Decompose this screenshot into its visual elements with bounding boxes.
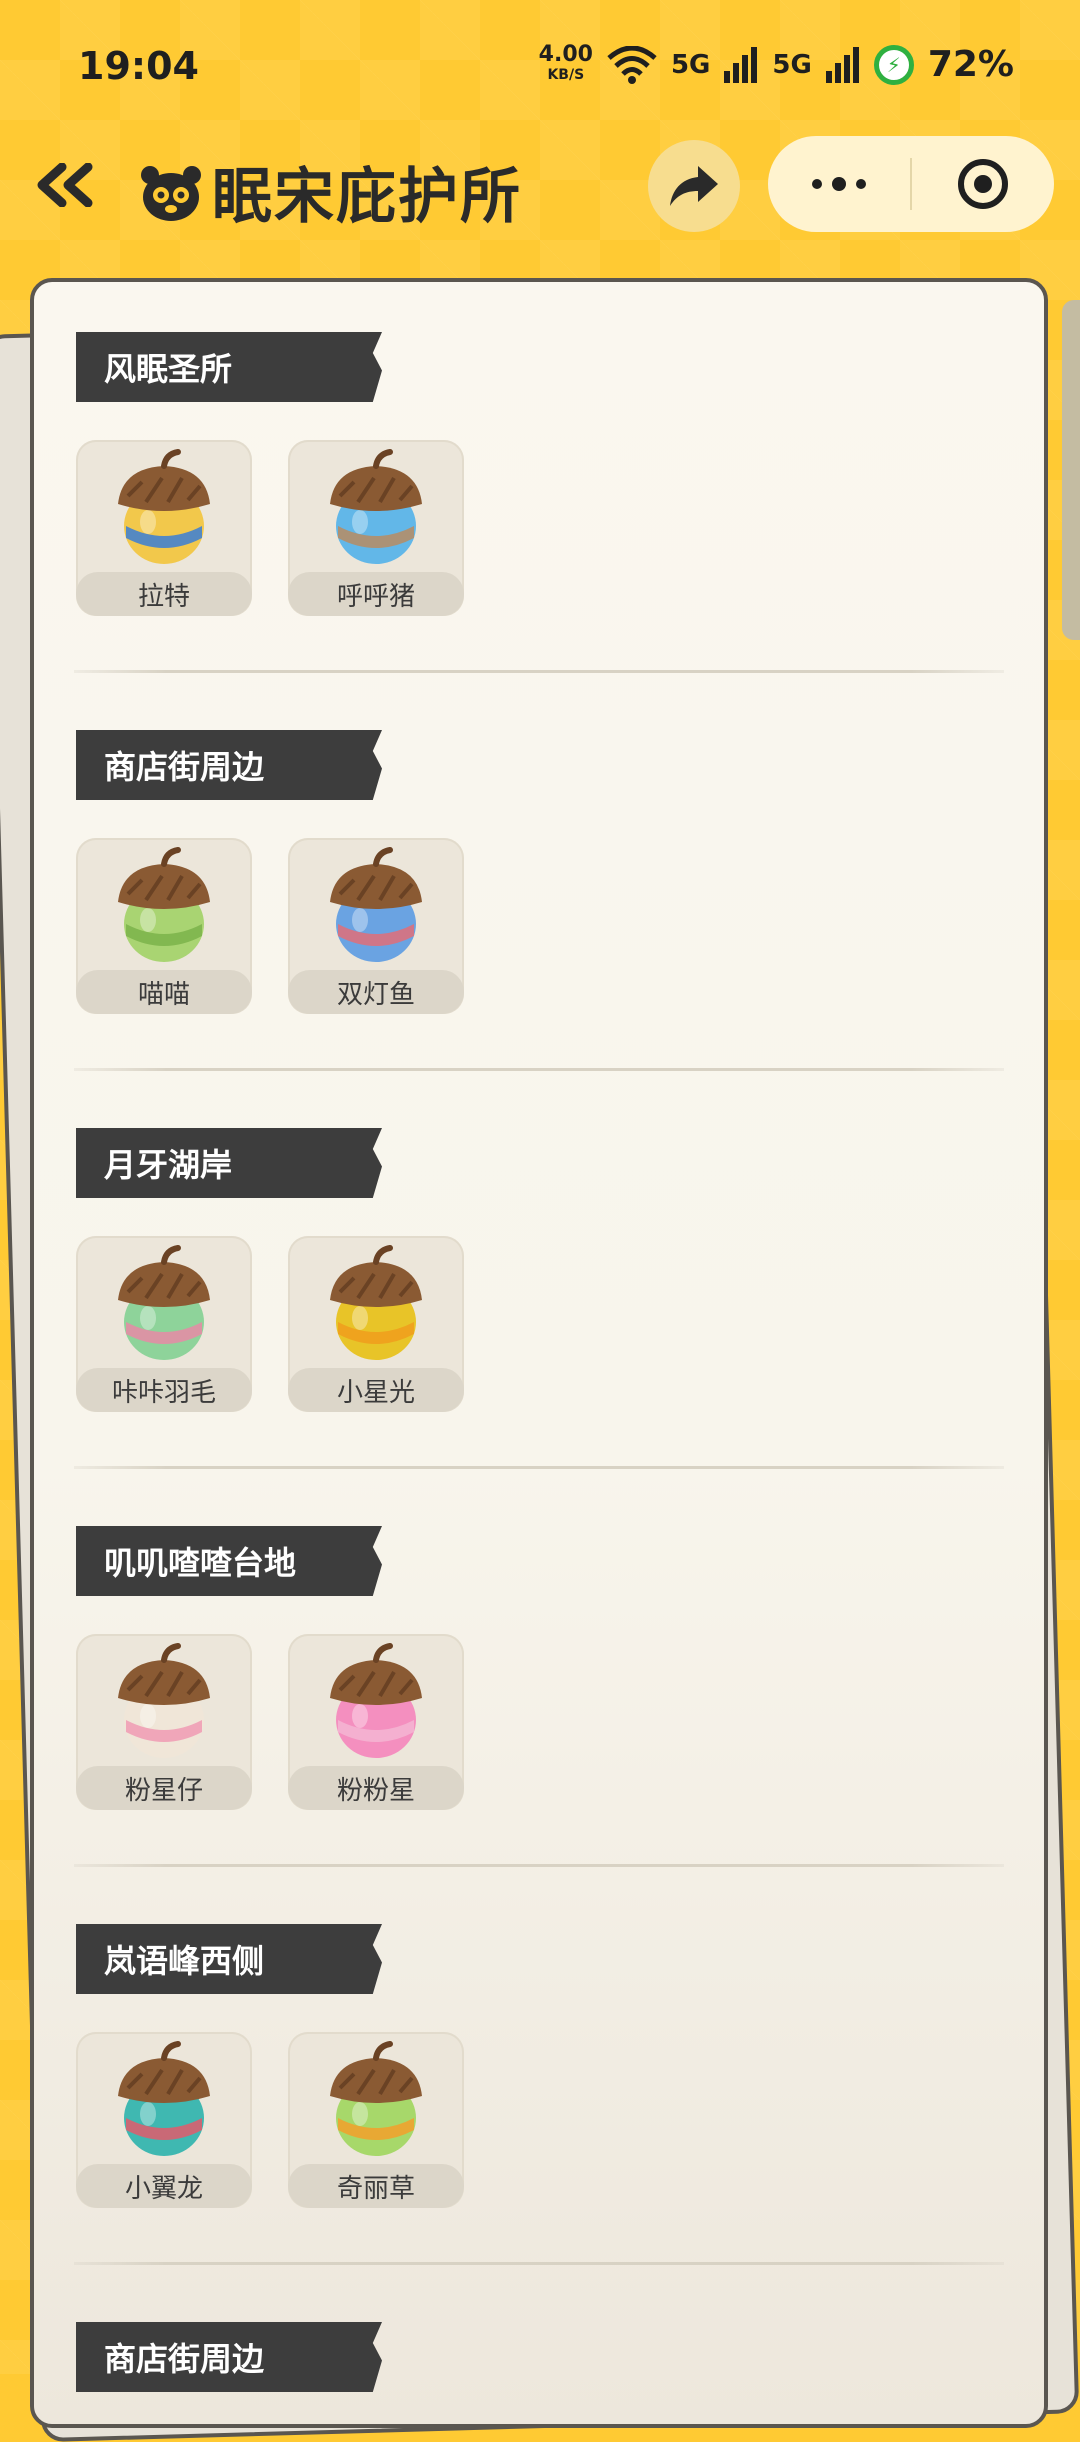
page-title: 眠宋庇护所: [212, 162, 522, 232]
section: 月牙湖岸咔咔羽毛 小星光: [76, 1128, 1016, 1412]
share-button[interactable]: [648, 140, 740, 232]
creature-card[interactable]: 粉粉星: [288, 1634, 464, 1810]
creature-list: 拉特 呼呼猪: [76, 440, 464, 616]
section-divider: [74, 670, 1004, 673]
section-title: 商店街周边: [76, 2322, 382, 2392]
creature-list: 小翼龙 奇丽草: [76, 2032, 464, 2208]
more-dots-icon: [812, 177, 866, 191]
section: 叽叽喳喳台地粉星仔 粉粉星: [76, 1526, 1016, 1810]
creature-card[interactable]: 双灯鱼: [288, 838, 464, 1014]
creature-card[interactable]: 奇丽草: [288, 2032, 464, 2208]
creature-name: 双灯鱼: [288, 970, 464, 1014]
close-button[interactable]: [912, 136, 1054, 232]
section-divider: [74, 2262, 1004, 2265]
creature-name: 喵喵: [76, 970, 252, 1014]
acorn-icon: [330, 2041, 422, 2156]
creature-card[interactable]: 拉特: [76, 440, 252, 616]
creature-name: 奇丽草: [288, 2164, 464, 2208]
wifi-icon: [607, 45, 657, 84]
back-button[interactable]: [28, 150, 108, 220]
signal-label-2: 5G: [772, 49, 812, 80]
mascot-icon: [141, 165, 201, 221]
acorn-icon: [118, 847, 210, 962]
creature-list: 咔咔羽毛 小星光: [76, 1236, 464, 1412]
creature-card[interactable]: 粉星仔: [76, 1634, 252, 1810]
section: 岚语峰西侧小翼龙 奇丽草: [76, 1924, 1016, 2208]
creature-name: 粉粉星: [288, 1766, 464, 1810]
target-circle-icon: [958, 159, 1008, 209]
acorn-icon: [118, 449, 210, 564]
creature-card[interactable]: 喵喵: [76, 838, 252, 1014]
creature-card[interactable]: 小翼龙: [76, 2032, 252, 2208]
acorn-icon: [118, 1643, 210, 1758]
page-header: 眠宋庇护所: [138, 148, 522, 235]
share-arrow-icon: [670, 166, 718, 206]
network-speed: 4.00 KB/S: [538, 41, 593, 85]
signal-icon-2: [825, 46, 859, 83]
creature-name: 拉特: [76, 572, 252, 616]
section-title: 叽叽喳喳台地: [76, 1526, 382, 1596]
status-time: 19:04: [78, 44, 199, 88]
mini-program-capsule: [768, 136, 1054, 232]
creature-card[interactable]: 呼呼猪: [288, 440, 464, 616]
creature-list: 粉星仔 粉粉星: [76, 1634, 464, 1810]
section-divider: [74, 1864, 1004, 1867]
section-divider: [74, 1466, 1004, 1469]
more-button[interactable]: [768, 136, 910, 232]
acorn-icon: [330, 847, 422, 962]
creature-name: 粉星仔: [76, 1766, 252, 1810]
section: 商店街周边喵喵 双灯鱼: [76, 730, 1016, 1014]
battery-charging-icon: ⚡: [873, 44, 914, 85]
signal-label-1: 5G: [670, 49, 711, 80]
status-icons: 4.00 KB/S 5G 5G ⚡ 72%: [538, 41, 1014, 85]
section-title: 月牙湖岸: [76, 1128, 382, 1198]
creature-card[interactable]: 咔咔羽毛: [76, 1236, 252, 1412]
section-title: 商店街周边: [76, 730, 382, 800]
double-chevron-left-icon: [37, 163, 93, 207]
section-title: 风眠圣所: [76, 332, 382, 402]
side-tab: [1062, 300, 1080, 640]
section-divider: [74, 1068, 1004, 1071]
signal-icon: [724, 46, 758, 83]
creature-name: 咔咔羽毛: [76, 1368, 252, 1412]
creature-name: 小星光: [288, 1368, 464, 1412]
section: 商店街周边: [76, 2322, 1016, 2392]
creature-name: 呼呼猪: [288, 572, 464, 616]
creature-list: 喵喵 双灯鱼: [76, 838, 464, 1014]
battery-percent: 72%: [927, 44, 1014, 85]
acorn-icon: [330, 1245, 422, 1360]
acorn-icon: [118, 1245, 210, 1360]
network-speed-unit: KB/S: [547, 66, 585, 83]
section-title: 岚语峰西侧: [76, 1924, 382, 1994]
section: 风眠圣所拉特 呼呼猪: [76, 332, 1016, 616]
acorn-icon: [118, 2041, 210, 2156]
status-bar: 19:04 4.00 KB/S 5G 5G ⚡ 72%: [0, 0, 1080, 140]
acorn-icon: [330, 449, 422, 564]
creature-card[interactable]: 小星光: [288, 1236, 464, 1412]
creature-name: 小翼龙: [76, 2164, 252, 2208]
content-card: 风眠圣所 拉特 呼呼猪 商店街周边 喵喵 双灯鱼 月牙湖岸 咔咔羽毛 小星光 叽叽喳喳台地 粉星仔粉…: [30, 278, 1048, 2428]
network-speed-value: 4.00: [538, 41, 593, 67]
acorn-icon: [330, 1643, 422, 1758]
